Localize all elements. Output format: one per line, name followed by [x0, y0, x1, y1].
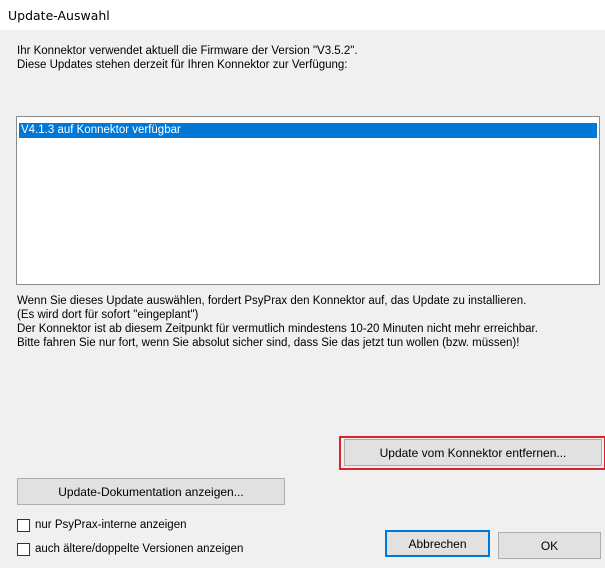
checkbox-older-versions-label[interactable]: auch ältere/doppelte Versionen anzeigen	[35, 543, 243, 555]
window-title: Update-Auswahl	[8, 8, 110, 23]
intro-text-line-2: Diese Updates stehen derzeit für Ihren K…	[17, 59, 348, 71]
checkbox-internal-only[interactable]: nur PsyPrax-interne anzeigen	[17, 517, 187, 533]
show-update-docs-button[interactable]: Update-Dokumentation anzeigen...	[17, 478, 285, 505]
intro-text-line-1: Ihr Konnektor verwendet aktuell die Firm…	[17, 45, 358, 57]
warning-text-line-1: Wenn Sie dieses Update auswählen, forder…	[17, 295, 527, 307]
warning-text-line-3: Der Konnektor ist ab diesem Zeitpunkt fü…	[17, 323, 538, 335]
warning-text-line-2: (Es wird dort für sofort "eingeplant")	[17, 309, 199, 321]
warning-text-line-4: Bitte fahren Sie nur fort, wenn Sie abso…	[17, 337, 520, 349]
checkbox-internal-only-box[interactable]	[17, 518, 30, 532]
list-item-v4-1-3[interactable]: V4.1.3 auf Konnektor verfügbar	[19, 123, 597, 138]
cancel-button[interactable]: Abbrechen	[385, 530, 490, 557]
updates-listbox[interactable]: V4.1.3 auf Konnektor verfügbar	[16, 116, 600, 285]
checkbox-older-versions[interactable]: auch ältere/doppelte Versionen anzeigen	[17, 541, 243, 557]
checkbox-internal-only-label[interactable]: nur PsyPrax-interne anzeigen	[35, 519, 187, 531]
checkbox-older-versions-box[interactable]	[17, 542, 30, 556]
remove-update-button[interactable]: Update vom Konnektor entfernen...	[344, 439, 602, 466]
ok-button[interactable]: OK	[498, 532, 601, 559]
title-bar: Update-Auswahl	[0, 0, 605, 30]
